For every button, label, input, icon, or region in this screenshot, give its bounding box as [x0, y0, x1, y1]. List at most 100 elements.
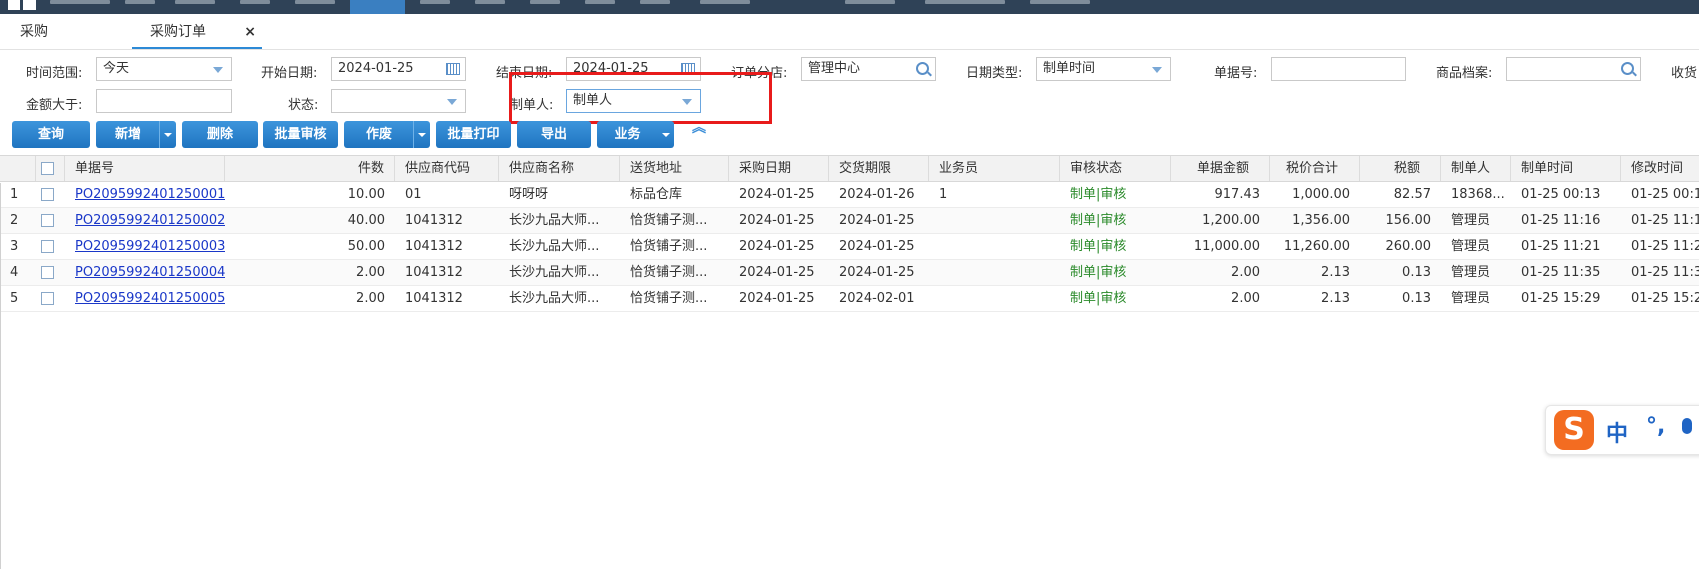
header-doc-no[interactable]: 单据号 [65, 156, 225, 181]
review-status-link[interactable]: 制单|审核 [1060, 234, 1171, 259]
review-status-link[interactable]: 制单|审核 [1060, 260, 1171, 285]
product-field[interactable] [1506, 57, 1641, 81]
export-button[interactable]: 导出 [517, 121, 591, 148]
amount-gt-input[interactable] [96, 89, 232, 113]
doc-no-link[interactable]: PO2095992401250004 [65, 260, 225, 285]
header-creator[interactable]: 制单人 [1441, 156, 1511, 181]
doc-no-link[interactable]: PO2095992401250003 [65, 234, 225, 259]
nav-menu-item[interactable] [295, 0, 335, 4]
row-checkbox[interactable] [41, 188, 54, 201]
table-row[interactable]: 2 PO2095992401250002 40.00 1041312 长沙九品大师...… [0, 208, 1699, 234]
nav-menu-item[interactable] [475, 0, 505, 4]
batch-review-button[interactable]: 批量审核 [263, 121, 338, 148]
delete-button[interactable]: 删除 [182, 121, 258, 148]
header-tax[interactable]: 税额 [1360, 156, 1441, 181]
tax-cell-text: 0.13 [1402, 265, 1431, 280]
app-logo-icon[interactable] [8, 0, 36, 10]
header-create-time[interactable]: 制单时间 [1511, 156, 1621, 181]
collapse-double-chevron-icon[interactable]: ︽ [690, 121, 708, 144]
ime-mode-toggle[interactable]: 中 [1606, 416, 1628, 448]
chevron-down-icon[interactable] [159, 121, 176, 148]
doc-no-link[interactable]: PO2095992401250001 [65, 182, 225, 207]
review-status-link-text[interactable]: 制单|审核 [1070, 187, 1126, 202]
doc-no-input[interactable] [1271, 57, 1406, 81]
nav-menu-item[interactable] [845, 0, 895, 4]
qty-cell: 2.00 [225, 286, 395, 311]
business-button[interactable]: 业务 [597, 121, 674, 148]
nav-menu-item-active[interactable] [350, 0, 405, 14]
header-modify-time[interactable]: 修改时间 [1621, 156, 1699, 181]
start-date-field[interactable]: 2024-01-25 [331, 57, 466, 81]
doc-no-link[interactable]: PO2095992401250002 [65, 208, 225, 233]
nav-menu-item[interactable] [640, 0, 670, 4]
calendar-icon[interactable] [446, 63, 460, 75]
doc-no-link[interactable]: PO2095992401250005 [65, 286, 225, 311]
header-qty[interactable]: 件数 [225, 156, 395, 181]
close-icon[interactable]: × [244, 16, 256, 49]
header-tax-total[interactable]: 税价合计 [1270, 156, 1360, 181]
order-store-field[interactable]: 管理中心 [801, 57, 936, 81]
header-purchase-date[interactable]: 采购日期 [729, 156, 829, 181]
chevron-down-icon[interactable] [658, 121, 674, 148]
chevron-down-icon[interactable] [413, 121, 430, 148]
doc-no-link-text[interactable]: PO2095992401250005 [75, 291, 225, 306]
header-salesperson[interactable]: 业务员 [929, 156, 1060, 181]
doc-no-link-text[interactable]: PO2095992401250003 [75, 239, 225, 254]
sogou-logo-icon[interactable]: S [1554, 410, 1594, 450]
nav-menu-item[interactable] [530, 0, 560, 4]
qty-cell: 10.00 [225, 182, 395, 207]
header-doc-amount[interactable]: 单据金额 [1171, 156, 1270, 181]
review-status-link-text[interactable]: 制单|审核 [1070, 239, 1126, 254]
header-delivery-address[interactable]: 送货地址 [620, 156, 729, 181]
void-button[interactable]: 作废 [344, 121, 430, 148]
product-label: 商品档案: [1436, 66, 1493, 81]
row-checkbox[interactable] [41, 266, 54, 279]
table-row[interactable]: 3 PO2095992401250003 50.00 1041312 长沙九品大师...… [0, 234, 1699, 260]
search-icon[interactable] [916, 62, 929, 75]
nav-menu-item[interactable] [175, 0, 215, 4]
date-type-select[interactable]: 制单时间 [1036, 57, 1171, 81]
add-button[interactable]: 新增 [96, 121, 176, 148]
nav-menu-item[interactable] [50, 0, 110, 4]
review-status-link[interactable]: 制单|审核 [1060, 182, 1171, 207]
ime-toolbar[interactable]: S 中 °, [1545, 405, 1699, 455]
nav-menu-item[interactable] [1030, 0, 1090, 4]
table-row[interactable]: 5 PO2095992401250005 2.00 1041312 长沙九品大师... 恰… [0, 286, 1699, 312]
table-row[interactable]: 4 PO2095992401250004 2.00 1041312 长沙九品大师... 恰… [0, 260, 1699, 286]
query-button[interactable]: 查询 [12, 121, 90, 148]
doc-no-link-text[interactable]: PO2095992401250002 [75, 213, 225, 228]
review-status-link-text[interactable]: 制单|审核 [1070, 265, 1126, 280]
nav-menu-item[interactable] [585, 0, 615, 4]
row-checkbox[interactable] [41, 214, 54, 227]
review-status-link[interactable]: 制单|审核 [1060, 286, 1171, 311]
tab-purchase-order[interactable]: 采购订单 × [132, 16, 262, 49]
header-supplier-name[interactable]: 供应商名称 [499, 156, 620, 181]
header-supplier-code[interactable]: 供应商代码 [395, 156, 499, 181]
batch-print-button[interactable]: 批量打印 [436, 121, 511, 148]
status-select[interactable] [331, 89, 466, 113]
doc-no-link-text[interactable]: PO2095992401250001 [75, 187, 225, 202]
nav-menu-item[interactable] [420, 0, 450, 4]
select-all-checkbox[interactable] [41, 162, 54, 175]
review-status-link-text[interactable]: 制单|审核 [1070, 213, 1126, 228]
header-delivery-deadline[interactable]: 交货期限 [829, 156, 929, 181]
table-row[interactable]: 1 PO2095992401250001 10.00 01 呀呀呀 标品仓库 2024-01… [0, 182, 1699, 208]
review-status-link[interactable]: 制单|审核 [1060, 208, 1171, 233]
row-index: 4 [0, 260, 36, 285]
doc-no-link-text[interactable]: PO2095992401250004 [75, 265, 225, 280]
supplier-code-cell-text: 1041312 [405, 265, 463, 280]
search-icon[interactable] [1621, 62, 1634, 75]
row-checkbox[interactable] [41, 240, 54, 253]
header-review-status[interactable]: 审核状态 [1060, 156, 1171, 181]
nav-menu-item[interactable] [700, 0, 750, 4]
nav-menu-item[interactable] [240, 0, 270, 4]
time-range-select[interactable]: 今天 [96, 57, 232, 81]
create-time-cell-text: 01-25 11:35 [1521, 265, 1601, 280]
nav-menu-item[interactable] [125, 0, 155, 4]
microphone-icon[interactable] [1682, 418, 1692, 434]
ime-punctuation-toggle[interactable]: °, [1646, 414, 1665, 439]
tab-purchase[interactable]: 采购 [0, 16, 130, 49]
review-status-link-text[interactable]: 制单|审核 [1070, 291, 1126, 306]
row-checkbox[interactable] [41, 292, 54, 305]
nav-menu-item[interactable] [925, 0, 1005, 4]
